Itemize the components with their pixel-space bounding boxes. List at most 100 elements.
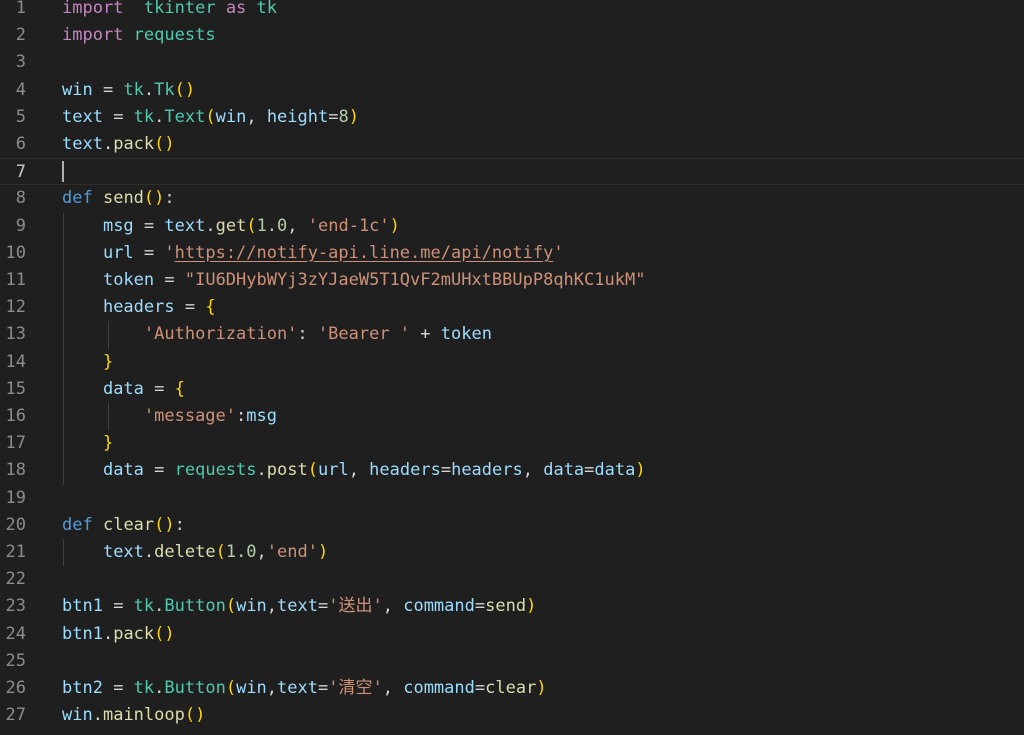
code-line[interactable]: 15 data = { bbox=[0, 376, 1024, 403]
code-line[interactable]: 14 } bbox=[0, 349, 1024, 376]
indent-guide bbox=[108, 403, 109, 431]
code-text: btn1.pack() bbox=[62, 621, 175, 648]
code-line[interactable]: 12 headers = { bbox=[0, 294, 1024, 321]
code-line[interactable]: 17 } bbox=[0, 430, 1024, 457]
code-line[interactable]: 23 btn1 = tk.Button(win,text='送出', comman… bbox=[0, 593, 1024, 620]
code-line[interactable]: 16 'message':msg bbox=[0, 403, 1024, 430]
code-line[interactable]: 21 text.delete(1.0,'end') bbox=[0, 539, 1024, 566]
code-token: btn1 bbox=[62, 596, 103, 617]
code-token: send bbox=[485, 596, 527, 617]
code-token: win bbox=[236, 678, 267, 698]
line-number: 16 bbox=[5, 406, 26, 426]
code-token: ) bbox=[526, 596, 537, 617]
code-token: url bbox=[317, 460, 349, 481]
code-editor[interactable]: 1 import tkinter as tk 2 import requests 3 4 w… bbox=[0, 0, 1024, 735]
code-token: btn2 bbox=[62, 678, 103, 698]
code-token: , bbox=[287, 215, 308, 236]
code-text: import tkinter as tk bbox=[62, 0, 277, 22]
code-line[interactable]: 9 msg = text.get(1.0, 'end-1c') bbox=[0, 213, 1024, 240]
code-line[interactable]: 27 win.mainloop() bbox=[0, 702, 1024, 729]
code-token: ) bbox=[348, 106, 359, 127]
code-token: + bbox=[410, 324, 441, 345]
code-token: = bbox=[92, 79, 124, 100]
code-line[interactable]: 4 win = tk.Tk() bbox=[0, 77, 1024, 104]
code-text: text.pack() bbox=[62, 131, 175, 158]
line-number: 18 bbox=[5, 460, 26, 481]
code-token: def bbox=[62, 514, 93, 535]
code-token: . bbox=[102, 134, 114, 154]
code-token: 'end' bbox=[266, 542, 318, 562]
code-token: 'message' bbox=[143, 406, 237, 426]
line-number: 14 bbox=[5, 351, 26, 372]
code-text: win.mainloop() bbox=[62, 702, 205, 729]
code-line[interactable]: 11 token = "IU6DHybWYj3zYJaeW5T1QvF2mUHx… bbox=[0, 267, 1024, 294]
code-token: . bbox=[154, 678, 165, 698]
code-text: text.delete(1.0,'end') bbox=[62, 539, 328, 566]
code-token: = bbox=[143, 378, 175, 399]
code-token: data bbox=[102, 460, 144, 481]
code-token: . bbox=[154, 596, 165, 617]
code-text: data = requests.post(url, headers=header… bbox=[62, 457, 646, 484]
code-line[interactable]: 2 import requests bbox=[0, 22, 1024, 49]
code-line[interactable]: 10 url = 'https://notify-api.line.me/api… bbox=[0, 240, 1024, 267]
code-token: 8 bbox=[338, 106, 349, 127]
code-token: Tk bbox=[154, 79, 175, 100]
code-token: win bbox=[62, 705, 93, 726]
line-number: 3 bbox=[15, 52, 26, 73]
code-token: = bbox=[440, 460, 452, 481]
code-line[interactable]: 19 bbox=[0, 485, 1024, 512]
code-token: = bbox=[474, 596, 486, 617]
code-line[interactable]: 20 def clear(): bbox=[0, 512, 1024, 539]
code-line[interactable]: 25 bbox=[0, 648, 1024, 675]
code-token: . bbox=[102, 623, 114, 644]
code-token: { bbox=[174, 378, 185, 399]
line-number: 21 bbox=[5, 542, 26, 562]
code-token: height bbox=[266, 106, 329, 127]
code-line[interactable]: 6 text.pack() bbox=[0, 131, 1024, 158]
code-line[interactable]: 3 bbox=[0, 49, 1024, 76]
code-token: clear bbox=[485, 678, 537, 698]
line-number: 12 bbox=[5, 297, 26, 318]
code-text: btn2 = tk.Button(win,text='清空', command=… bbox=[62, 675, 547, 702]
code-token: = bbox=[474, 678, 486, 698]
code-line[interactable]: 5 text = tk.Text(win, height=8) bbox=[0, 104, 1024, 131]
code-token: tk bbox=[133, 678, 155, 698]
code-text: data = { bbox=[62, 376, 185, 403]
code-line[interactable]: 1 import tkinter as tk bbox=[0, 0, 1024, 22]
code-line[interactable]: 24 btn1.pack() bbox=[0, 621, 1024, 648]
code-line[interactable]: 13 'Authorization': 'Bearer ' + token bbox=[0, 321, 1024, 348]
code-token: 'Bearer ' bbox=[317, 324, 411, 345]
code-line[interactable]: 18 data = requests.post(url, headers=hea… bbox=[0, 457, 1024, 484]
line-number: 25 bbox=[5, 650, 26, 671]
code-line[interactable]: 8 def send(): bbox=[0, 185, 1024, 212]
code-token: Button bbox=[164, 678, 226, 698]
code-line[interactable]: 7 bbox=[0, 158, 1024, 186]
code-text: btn1 = tk.Button(win,text='送出', command=… bbox=[62, 593, 536, 620]
code-text: win = tk.Tk() bbox=[62, 77, 195, 104]
line-number: 27 bbox=[5, 705, 26, 726]
code-token: . bbox=[92, 705, 103, 726]
code-token[interactable]: https://notify-api.line.me/api/notify bbox=[175, 243, 554, 263]
code-token: ' bbox=[553, 242, 564, 263]
code-token: ( bbox=[205, 106, 216, 127]
code-token: , bbox=[266, 678, 278, 698]
code-token: = bbox=[328, 106, 339, 127]
code-line[interactable]: 26 btn2 = tk.Button(win,text='清空', comman… bbox=[0, 675, 1024, 702]
code-token: = bbox=[584, 460, 595, 481]
code-line[interactable]: 22 bbox=[0, 566, 1024, 593]
code-token: 1.0 bbox=[225, 542, 257, 562]
code-token: = bbox=[133, 242, 165, 263]
code-token: . bbox=[154, 106, 165, 127]
line-number: 1 bbox=[15, 0, 26, 18]
code-token: } bbox=[102, 351, 114, 372]
code-token: tk bbox=[123, 79, 144, 100]
code-token: Text bbox=[164, 106, 206, 127]
